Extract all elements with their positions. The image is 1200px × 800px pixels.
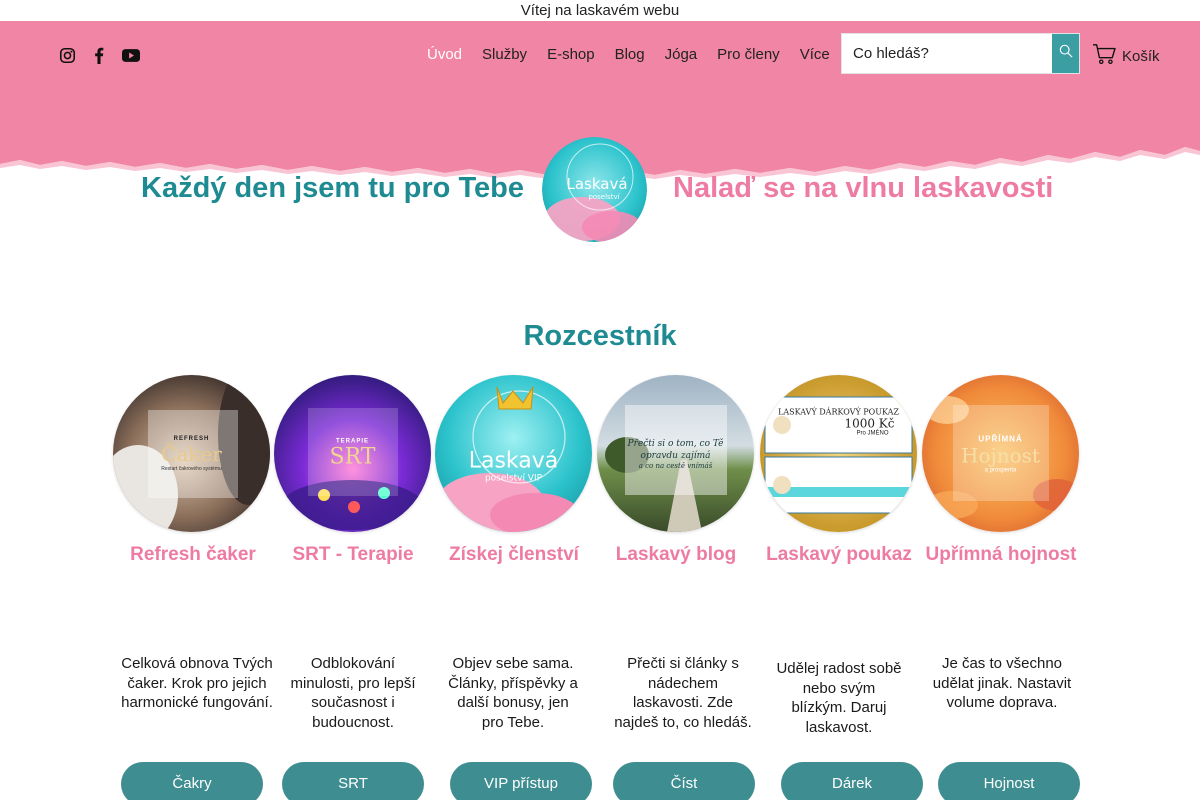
logo-name-text: Laskavá — [566, 175, 627, 193]
facebook-icon[interactable] — [90, 46, 108, 64]
card-image-caker[interactable]: REFRESH Čaker Restart čakrového systému — [113, 375, 270, 532]
search-button[interactable] — [1052, 34, 1079, 73]
card-image-caption-hojnost: UPŘÍMNÁ Hojnost a prosperita — [961, 434, 1040, 473]
card-title[interactable]: SRT - Terapie — [274, 541, 432, 568]
card-image-poukaz[interactable]: LASKAVÝ DÁRKOVÝ POUKAZ 1000 Kč Pro JMÉNO — [760, 375, 917, 532]
nav-item-eshop[interactable]: E-shop — [537, 44, 605, 65]
cart-label: Košík — [1122, 47, 1160, 65]
card-description: Udělej radost sobě nebo svým blízkým. Da… — [776, 660, 902, 736]
card-image-vip[interactable]: Laskavá poselství VIP — [435, 375, 592, 532]
search-icon — [1059, 44, 1073, 63]
card-button-cakry[interactable]: Čakry — [121, 762, 263, 800]
card-image-caption-poukaz: LASKAVÝ DÁRKOVÝ POUKAZ 1000 Kč Pro JMÉNO — [778, 407, 899, 437]
card-image-caption-caker: REFRESH Čaker Restart čakrového systému — [161, 435, 222, 472]
nav-item-joga[interactable]: Jóga — [655, 44, 708, 65]
brand-logo[interactable]: Laskavá poselství — [542, 137, 647, 242]
announcement-bar: Vítej na laskavém webu — [0, 0, 1200, 21]
card-description: Je čas to všechno udělat jinak. Nastavit… — [932, 655, 1072, 711]
card-refresh-caker: REFRESH Čaker Restart čakrového systému … — [113, 375, 273, 800]
card-button-srt[interactable]: SRT — [282, 762, 424, 800]
nav-item-uvod[interactable]: Úvod — [417, 44, 472, 65]
main-nav: Úvod Služby E-shop Blog Jóga Pro členy V… — [417, 44, 840, 65]
card-description: Přečti si články s nádechem laskavosti. … — [614, 655, 752, 731]
hero-tagline-left: Každý den jsem tu pro Tebe — [141, 172, 524, 204]
card-title[interactable]: Refresh čaker — [113, 541, 273, 568]
youtube-icon[interactable] — [122, 46, 140, 64]
instagram-icon[interactable] — [58, 46, 76, 64]
nav-item-blog[interactable]: Blog — [605, 44, 655, 65]
search-input[interactable] — [842, 34, 1052, 73]
social-links — [58, 46, 140, 64]
card-button-cist[interactable]: Číst — [613, 762, 755, 800]
search-box — [841, 33, 1080, 74]
card-button-vip[interactable]: VIP přístup — [450, 762, 592, 800]
card-button-darek[interactable]: Dárek — [781, 762, 923, 800]
announcement-text: Vítej na laskavém webu — [520, 2, 680, 19]
card-button-hojnost[interactable]: Hojnost — [938, 762, 1080, 800]
card-description: Odblokování minulosti, pro lepší současn… — [290, 655, 416, 731]
card-image-hojnost[interactable]: UPŘÍMNÁ Hojnost a prosperita — [922, 375, 1079, 532]
logo-sub-text: poselství — [588, 193, 620, 201]
card-title[interactable]: Laskavý poukaz — [760, 541, 918, 568]
card-uprimna-hojnost: UPŘÍMNÁ Hojnost a prosperita Upřímná hoj… — [922, 375, 1082, 800]
card-image-caption-srt: TERAPIE SRT — [329, 438, 376, 469]
card-image-caption-blog: Přečti si o tom, co Tě opravdu zajímá a … — [627, 438, 724, 470]
section-title: Rozcestník — [523, 320, 677, 352]
cart-button[interactable]: Košík — [1092, 43, 1160, 69]
card-image-caption-vip: Laskavá poselství VIP — [468, 448, 559, 484]
card-laskavy-poukaz: LASKAVÝ DÁRKOVÝ POUKAZ 1000 Kč Pro JMÉNO… — [760, 375, 923, 800]
card-image-srt[interactable]: TERAPIE SRT — [274, 375, 431, 532]
nav-item-pro-cleny[interactable]: Pro členy — [707, 44, 790, 65]
nav-item-sluzby[interactable]: Služby — [472, 44, 537, 65]
card-description: Celková obnova Tvých čaker. Krok pro jej… — [121, 655, 273, 711]
card-title[interactable]: Laskavý blog — [597, 541, 755, 568]
card-title[interactable]: Získej členství — [435, 541, 593, 568]
hero-tagline-right: Nalaď se na vlnu laskavosti — [673, 172, 1054, 204]
nav-item-vice[interactable]: Více — [790, 44, 840, 65]
card-srt-terapie: TERAPIE SRT SRT - Terapie Odblokování mi… — [274, 375, 434, 800]
card-laskavy-blog: Přečti si o tom, co Tě opravdu zajímá a … — [597, 375, 757, 800]
card-description: Objev sebe sama. Články, příspěvky a dal… — [448, 655, 578, 731]
card-image-blog[interactable]: Přečti si o tom, co Tě opravdu zajímá a … — [597, 375, 754, 532]
cart-icon — [1092, 43, 1116, 69]
card-title[interactable]: Upřímná hojnost — [921, 541, 1081, 568]
card-ziskej-clenstvi: Laskavá poselství VIP Získej členství Ob… — [435, 375, 595, 800]
